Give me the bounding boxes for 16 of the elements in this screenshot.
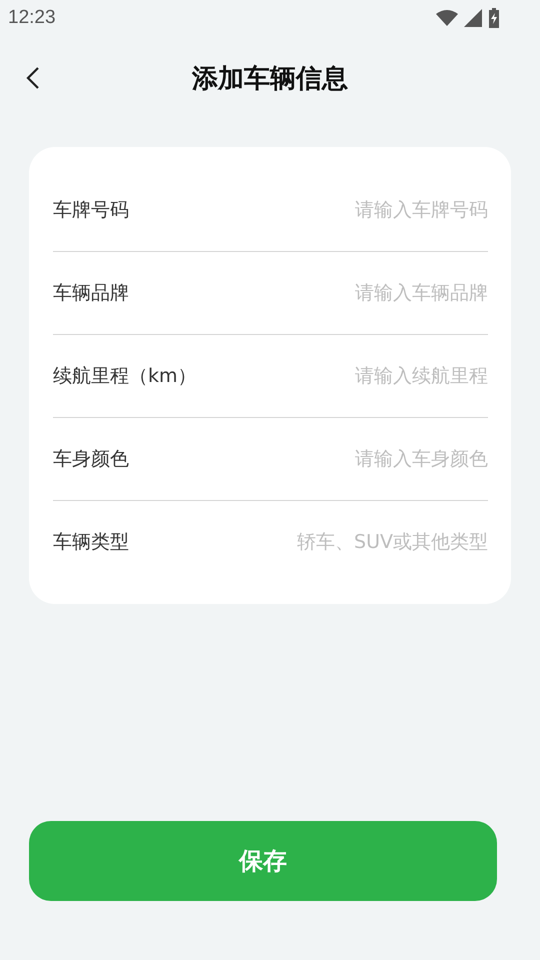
page-title: 添加车辆信息 [192,62,348,96]
input-field[interactable]: 请输入车身颜色 [258,448,488,470]
save-button[interactable]: 保存 [29,821,497,901]
field-label: 车身颜色 [53,447,129,472]
field-label: 续航里程（km） [53,364,197,389]
input-field[interactable]: 请输入车辆品牌 [258,282,488,304]
wifi-icon [436,10,458,26]
signal-icon [464,9,482,27]
battery-charging-icon [488,8,500,28]
status-time: 12:23 [8,7,56,29]
input-field[interactable]: 请输入续航里程 [258,365,488,387]
field-label: 车辆类型 [53,530,129,555]
input-field[interactable]: 请输入车牌号码 [258,199,488,221]
field-label: 车辆品牌 [53,281,129,306]
input-field[interactable]: 轿车、SUV或其他类型 [258,531,488,553]
field-label: 车牌号码 [53,198,129,223]
